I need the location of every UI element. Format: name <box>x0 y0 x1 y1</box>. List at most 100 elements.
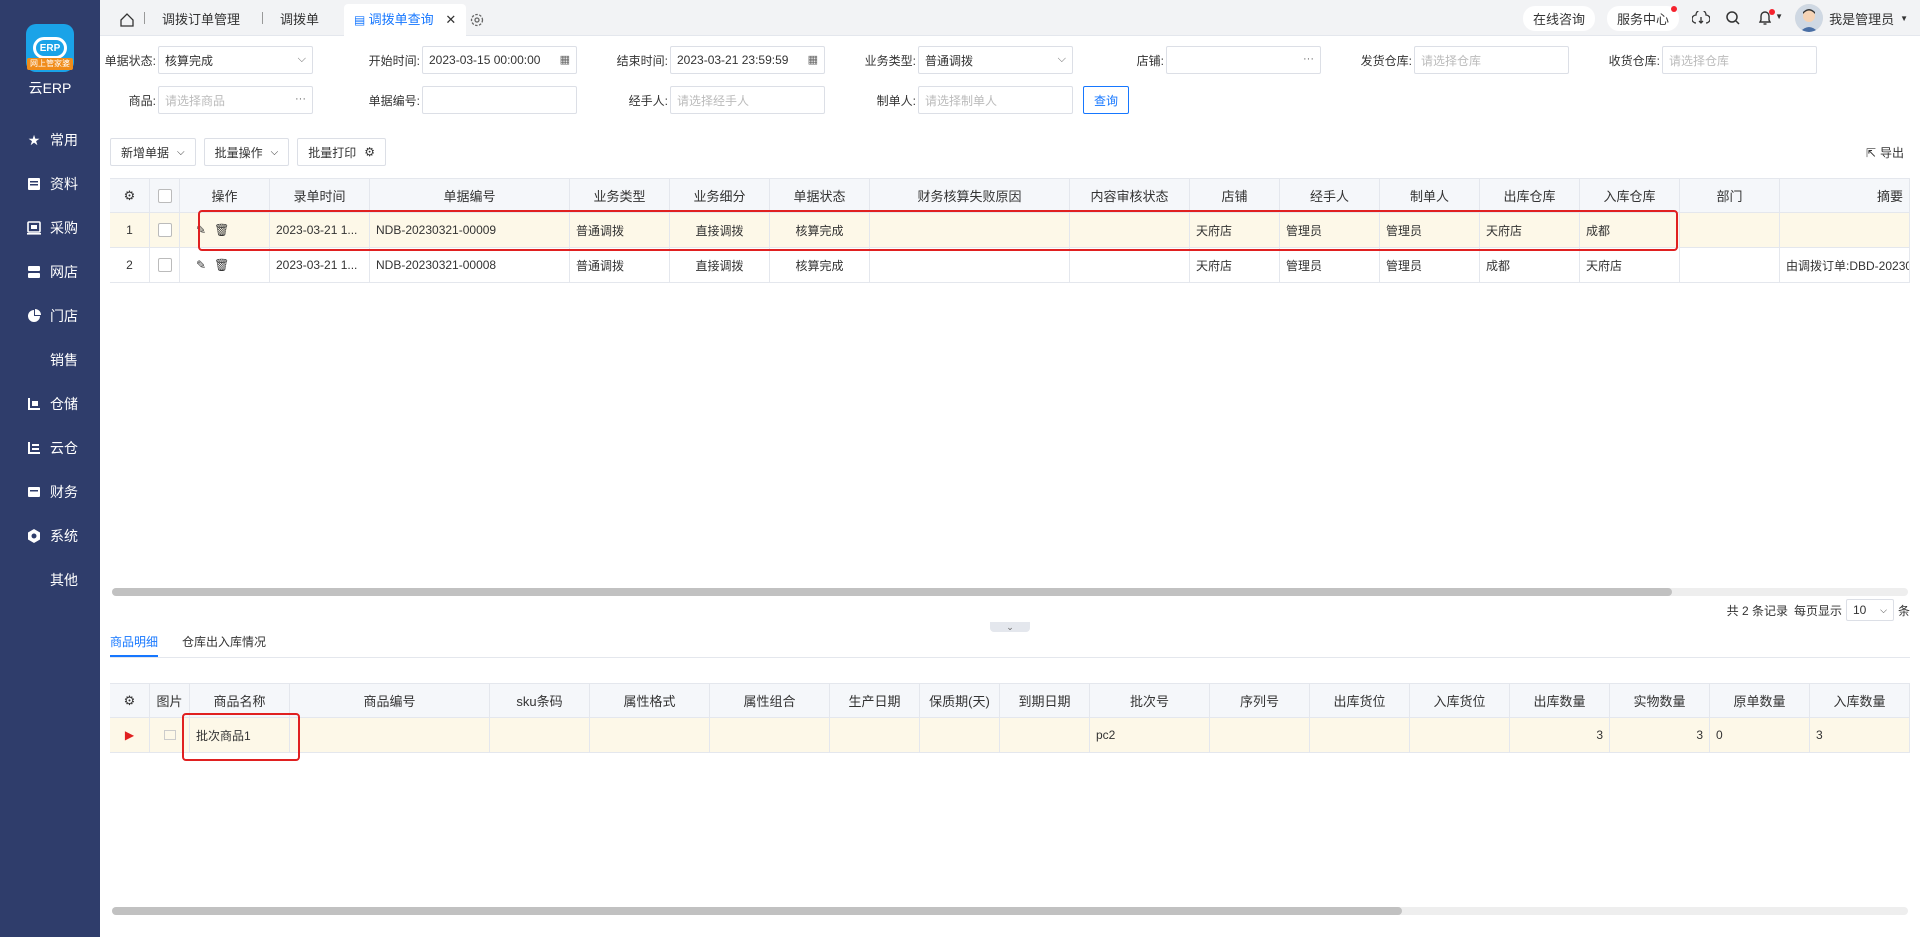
col-header[interactable]: 属性组合 <box>710 684 830 717</box>
col-header[interactable]: 摘要 <box>1780 179 1910 212</box>
handler-input[interactable]: 请选择经手人 <box>670 86 825 114</box>
recv-warehouse-input[interactable]: 请选择仓库 <box>1662 46 1817 74</box>
avatar[interactable] <box>1795 4 1824 32</box>
col-header[interactable]: 实物数量 <box>1610 684 1710 717</box>
col-header[interactable]: 经手人 <box>1280 179 1380 212</box>
col-header[interactable]: 出库仓库 <box>1480 179 1580 212</box>
col-header[interactable]: 商品编号 <box>290 684 490 717</box>
col-header[interactable]: 制单人 <box>1380 179 1480 212</box>
sidebar-item-finance[interactable]: 财务 <box>0 470 100 514</box>
cell-billno[interactable]: NDB-20230321-00008 <box>370 248 570 282</box>
sidebar-item-warehouse[interactable]: 仓储 <box>0 382 100 426</box>
chevron-down-icon[interactable]: ▼ <box>1900 14 1908 23</box>
detail-horizontal-scrollbar[interactable] <box>112 907 1908 915</box>
status-select[interactable]: 核算完成 ⌵ <box>158 46 313 74</box>
col-header[interactable]: 业务类型 <box>570 179 670 212</box>
tab-transfer-query[interactable]: ▤ 调拨单查询 ✕ <box>344 4 467 36</box>
biz-type-select[interactable]: 普通调拨 ⌵ <box>918 46 1073 74</box>
col-header[interactable]: 保质期(天) <box>920 684 1000 717</box>
collapse-handle[interactable]: ⌄ <box>990 622 1030 632</box>
end-time-label: 结束时间: <box>616 53 668 68</box>
sidebar-item-data[interactable]: 资料 <box>0 162 100 206</box>
col-header[interactable]: 入库仓库 <box>1580 179 1680 212</box>
col-header[interactable]: 序列号 <box>1210 684 1310 717</box>
send-warehouse-input[interactable]: 请选择仓库 <box>1414 46 1569 74</box>
select-all-checkbox[interactable] <box>150 179 180 212</box>
finance-icon <box>26 484 42 500</box>
sidebar-item-sales[interactable]: 销售 <box>0 338 100 382</box>
maker-input[interactable]: 请选择制单人 <box>918 86 1073 114</box>
batch-ops-button[interactable]: 批量操作 ⌵ <box>203 138 290 166</box>
tab-warehouse-inout[interactable]: 仓库出入库情况 <box>182 632 266 657</box>
gear-icon[interactable] <box>470 4 484 36</box>
goods-input[interactable]: 请选择商品 ··· <box>158 86 313 114</box>
bill-no-input[interactable] <box>422 86 577 114</box>
column-settings-icon[interactable]: ⚙ <box>110 684 150 717</box>
tab-goods-detail[interactable]: 商品明细 <box>110 632 159 657</box>
col-header[interactable]: 财务核算失败原因 <box>870 179 1070 212</box>
col-header[interactable]: 生产日期 <box>830 684 920 717</box>
trash-icon[interactable]: 🗑 <box>214 258 229 272</box>
chevron-down-icon: ⌵ <box>177 146 185 158</box>
sidebar-item-cloud-warehouse[interactable]: 云仓 <box>0 426 100 470</box>
table-row[interactable]: 2 ✎ 🗑 2023-03-21 1... NDB-20230321-00008 … <box>110 248 1910 283</box>
col-header[interactable]: 单据状态 <box>770 179 870 212</box>
online-store-icon <box>26 264 42 280</box>
shop-input[interactable]: ··· <box>1166 46 1321 74</box>
per-page-select[interactable]: 10 ⌵ <box>1845 599 1894 621</box>
column-settings-icon[interactable]: ⚙ <box>110 179 150 212</box>
current-row-arrow-icon: ▶ <box>110 718 150 752</box>
col-header[interactable]: sku条码 <box>490 684 590 717</box>
service-center-button[interactable]: 服务中心 <box>1607 5 1680 31</box>
home-icon[interactable] <box>120 4 134 36</box>
col-header[interactable]: 内容审核状态 <box>1070 179 1190 212</box>
col-header[interactable]: 操作 <box>180 179 270 212</box>
row-checkbox[interactable] <box>150 213 180 247</box>
col-header[interactable]: 单据编号 <box>370 179 570 212</box>
sidebar-item-label: 系统 <box>50 528 78 544</box>
tab-transfer-bill[interactable]: 调拨单 <box>280 4 319 36</box>
col-header[interactable]: 出库数量 <box>1510 684 1610 717</box>
tab-transfer-order-mgmt[interactable]: 调拨订单管理 <box>162 4 240 36</box>
sidebar-item-store[interactable]: 门店 <box>0 294 100 338</box>
cloud-download-icon[interactable] <box>1691 8 1711 28</box>
main-horizontal-scrollbar[interactable] <box>112 588 1908 596</box>
col-header[interactable]: 图片 <box>150 684 190 717</box>
row-checkbox[interactable] <box>150 248 180 282</box>
cell-memo <box>1780 213 1910 247</box>
search-icon[interactable] <box>1723 8 1743 28</box>
col-header[interactable]: 属性格式 <box>590 684 710 717</box>
col-header[interactable]: 批次号 <box>1090 684 1210 717</box>
col-header[interactable]: 出库货位 <box>1310 684 1410 717</box>
cell-status: 核算完成 <box>770 248 870 282</box>
sidebar-item-common[interactable]: ★ 常用 <box>0 118 100 162</box>
sidebar-item-online-store[interactable]: 网店 <box>0 250 100 294</box>
edit-icon[interactable]: ✎ <box>196 258 206 272</box>
col-header[interactable]: 业务细分 <box>670 179 770 212</box>
system-icon <box>26 528 42 544</box>
brand-name: 云ERP <box>28 80 72 96</box>
bell-icon[interactable]: ▼ <box>1755 8 1783 28</box>
col-header[interactable]: 入库数量 <box>1810 684 1910 717</box>
sidebar-item-purchase[interactable]: 采购 <box>0 206 100 250</box>
batch-print-button[interactable]: 批量打印 ⚙ <box>297 138 386 166</box>
gear-icon[interactable]: ⚙ <box>364 145 375 159</box>
chevron-down-icon: ⌵ <box>297 53 306 65</box>
end-time-input[interactable]: 2023-03-21 23:59:59 ▦ <box>670 46 825 74</box>
query-button[interactable]: 查询 <box>1083 86 1130 114</box>
new-bill-button[interactable]: 新增单据 ⌵ <box>110 138 196 166</box>
col-header[interactable]: 录单时间 <box>270 179 370 212</box>
col-header[interactable]: 入库货位 <box>1410 684 1510 717</box>
user-name[interactable]: 我是管理员 <box>1829 9 1894 28</box>
col-header[interactable]: 店铺 <box>1190 179 1280 212</box>
export-button[interactable]: ⇱ 导出 <box>1866 144 1904 161</box>
col-header[interactable]: 原单数量 <box>1710 684 1810 717</box>
start-time-input[interactable]: 2023-03-15 00:00:00 ▦ <box>422 46 577 74</box>
col-header[interactable]: 到期日期 <box>1000 684 1090 717</box>
sidebar-item-system[interactable]: 系统 <box>0 514 100 558</box>
online-consult-button[interactable]: 在线咨询 <box>1523 5 1596 31</box>
col-header[interactable]: 部门 <box>1680 179 1780 212</box>
close-icon[interactable]: ✕ <box>445 12 456 27</box>
table-row[interactable]: ▶ 批次商品1 pc2 3 3 0 3 <box>110 718 1910 753</box>
sidebar-item-other[interactable]: 其他 <box>0 558 100 602</box>
